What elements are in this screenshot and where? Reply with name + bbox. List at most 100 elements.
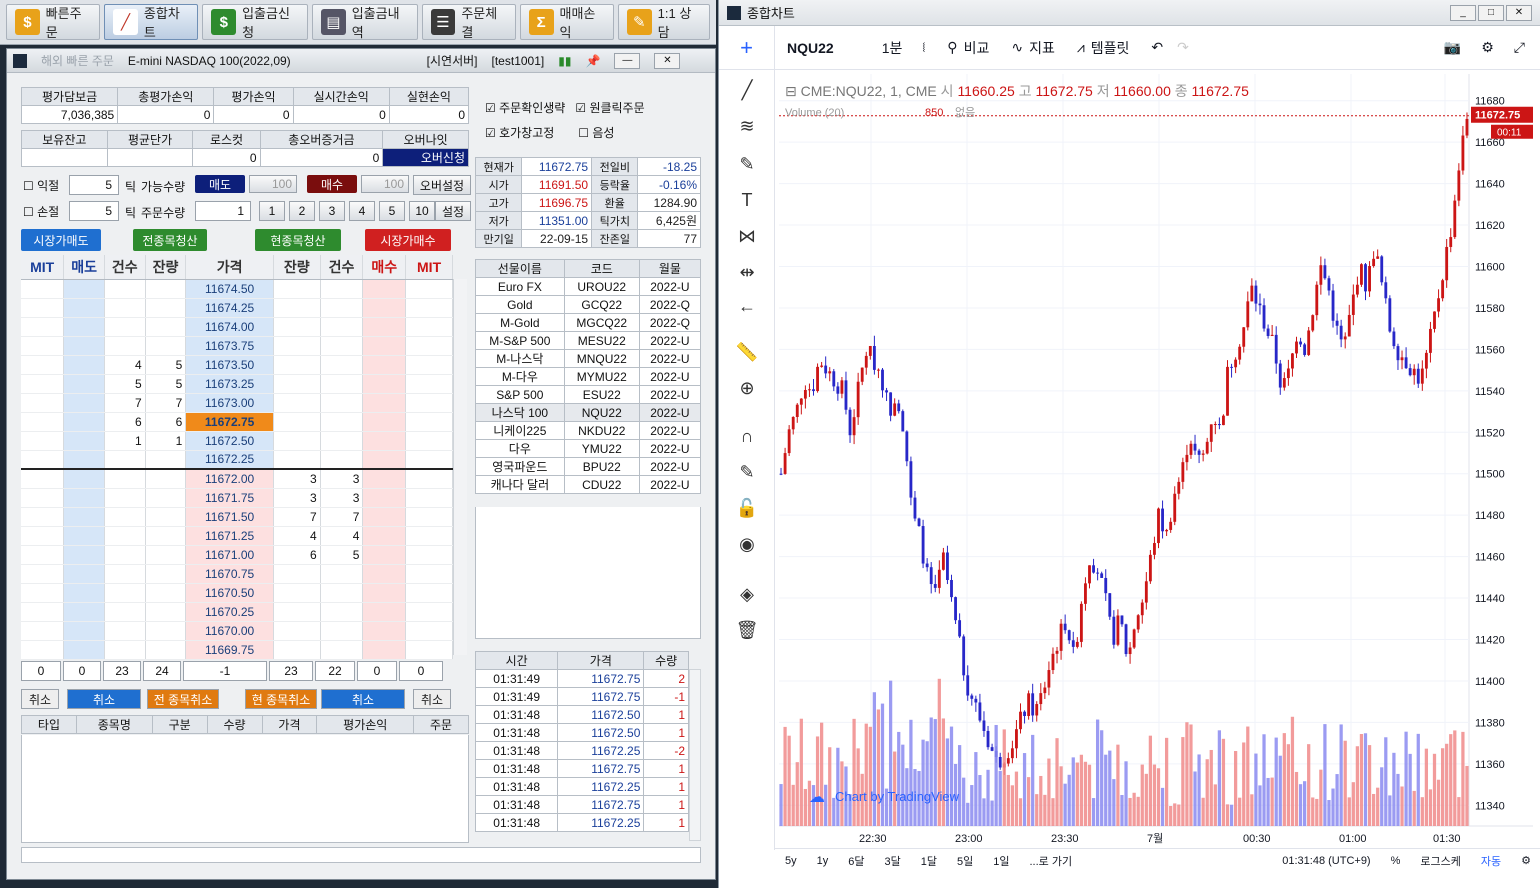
buy-mit-cell[interactable]: [405, 393, 453, 413]
price-cell[interactable]: 11669.75: [185, 640, 274, 660]
price-cell[interactable]: 11674.50: [185, 279, 274, 299]
quick-qty-button[interactable]: 5: [379, 201, 405, 221]
buy-mit-cell[interactable]: [405, 526, 453, 546]
toolbar-button-2[interactable]: $ 입출금신청: [202, 4, 308, 40]
symbols-header[interactable]: 월물: [638, 259, 702, 278]
symbol-row[interactable]: Euro FX UROU22 2022-U: [475, 277, 702, 296]
text-icon[interactable]: T: [733, 186, 761, 214]
compare-icon[interactable]: ⚲: [947, 39, 957, 56]
cancel-button-2[interactable]: 전 종목취소: [147, 689, 219, 709]
zoom-icon[interactable]: ⊕: [733, 374, 761, 402]
range-button[interactable]: 5y: [775, 855, 807, 867]
stoploss-checkbox[interactable]: ☐ 손절: [23, 203, 59, 220]
indicator-icon[interactable]: ∿: [1011, 39, 1023, 56]
sell-mit-cell[interactable]: [21, 317, 65, 337]
buy-mit-cell[interactable]: [405, 488, 453, 508]
buy-order-cell[interactable]: [362, 640, 407, 660]
buy-mit-cell[interactable]: [405, 374, 453, 394]
sell-order-cell[interactable]: [63, 564, 105, 584]
pin-icon[interactable]: 📌: [585, 54, 600, 68]
interval-selector[interactable]: 1분: [882, 38, 903, 58]
sell-order-cell[interactable]: [63, 298, 105, 318]
range-button[interactable]: 3달: [875, 853, 911, 869]
minimize-button[interactable]: _: [1450, 4, 1476, 21]
buy-mit-cell[interactable]: [405, 450, 453, 470]
symbol-row[interactable]: M-S&P 500 MESU22 2022-U: [475, 331, 702, 350]
buy-mit-cell[interactable]: [405, 545, 453, 565]
sell-mit-cell[interactable]: [21, 545, 65, 565]
lock-drawing-icon[interactable]: ✎: [733, 458, 761, 486]
fix-book-checkbox[interactable]: ☑ 호가창고정: [485, 124, 554, 141]
buy-order-cell[interactable]: [362, 469, 407, 489]
close-current-button[interactable]: 현종목청산: [255, 229, 341, 251]
toolbar-button-3[interactable]: ▤ 입출금내역: [311, 4, 418, 40]
takeprofit-ticks-input[interactable]: 5: [69, 175, 119, 195]
price-cell[interactable]: 11673.75: [185, 336, 274, 356]
sell-mit-cell[interactable]: [21, 602, 65, 622]
close-all-button[interactable]: 전종목청산: [133, 229, 207, 251]
buy-order-cell[interactable]: [362, 488, 407, 508]
range-button[interactable]: 5일: [947, 853, 983, 869]
sell-mit-cell[interactable]: [21, 488, 65, 508]
range-button[interactable]: 1y: [807, 855, 839, 867]
sell-order-cell[interactable]: [63, 507, 105, 527]
price-cell[interactable]: 11674.25: [185, 298, 274, 318]
buy-order-cell[interactable]: [362, 583, 407, 603]
symbol-row[interactable]: M-다우 MYMU22 2022-U: [475, 367, 702, 386]
price-cell[interactable]: 11671.50: [185, 507, 274, 527]
sell-order-cell[interactable]: [63, 583, 105, 603]
trades-scrollbar[interactable]: [689, 669, 701, 841]
range-button[interactable]: 1일: [983, 853, 1019, 869]
layers-icon[interactable]: ◈: [733, 580, 761, 608]
buy-mit-cell[interactable]: [405, 298, 453, 318]
symbol-row[interactable]: Gold GCQ22 2022-Q: [475, 295, 702, 314]
price-cell[interactable]: 11670.00: [185, 621, 274, 641]
takeprofit-checkbox[interactable]: ☐ 익절: [23, 177, 59, 194]
buy-mit-cell[interactable]: [405, 564, 453, 584]
sell-mit-cell[interactable]: [21, 621, 65, 641]
price-cell[interactable]: 11672.75: [185, 412, 274, 432]
symbol-row[interactable]: 니케이225 NKDU22 2022-U: [475, 421, 702, 440]
buy-order-cell[interactable]: [362, 336, 407, 356]
settings-icon[interactable]: ⚙: [1511, 854, 1540, 867]
overnight-settings-button[interactable]: 오버설정: [413, 175, 471, 195]
sell-order-cell[interactable]: [63, 450, 105, 470]
cancel-button-5[interactable]: 취소: [413, 689, 451, 709]
buy-order-cell[interactable]: [362, 279, 407, 299]
settings-icon[interactable]: ⚙: [1481, 39, 1494, 56]
price-cell[interactable]: 11673.25: [185, 374, 274, 394]
close-button[interactable]: ✕: [1506, 4, 1532, 21]
sell-mit-cell[interactable]: [21, 412, 65, 432]
buy-mit-cell[interactable]: [405, 469, 453, 489]
sell-mit-cell[interactable]: [21, 336, 65, 356]
sell-order-cell[interactable]: [63, 317, 105, 337]
percent-toggle[interactable]: %: [1381, 855, 1411, 867]
symbol-row[interactable]: 나스닥 100 NQU22 2022-U: [475, 403, 702, 422]
sell-order-cell[interactable]: [63, 545, 105, 565]
sell-mit-cell[interactable]: [21, 431, 65, 451]
redo-icon[interactable]: ↷: [1177, 39, 1189, 56]
buy-mit-cell[interactable]: [405, 412, 453, 432]
sell-mit-cell[interactable]: [21, 583, 65, 603]
range-button[interactable]: 1달: [911, 853, 947, 869]
symbol-row[interactable]: M-Gold MGCQ22 2022-Q: [475, 313, 702, 332]
eye-icon[interactable]: ◉: [733, 530, 761, 558]
quick-qty-button[interactable]: 2: [289, 201, 315, 221]
cancel-button-3[interactable]: 현 종목취소: [245, 689, 317, 709]
buy-mit-cell[interactable]: [405, 621, 453, 641]
toolbar-button-6[interactable]: ✎ 1:1 상담: [617, 4, 711, 40]
symbol-row[interactable]: 영국파운드 BPU22 2022-U: [475, 457, 702, 476]
buy-mit-cell[interactable]: [405, 317, 453, 337]
market-buy-button[interactable]: 시장가매수: [365, 229, 451, 251]
buy-mit-cell[interactable]: [405, 336, 453, 356]
market-sell-button[interactable]: 시장가매도: [21, 229, 101, 251]
cancel-button-1[interactable]: 취소: [67, 689, 141, 709]
stoploss-settings-button[interactable]: 설정: [435, 201, 471, 221]
buy-order-cell[interactable]: [362, 298, 407, 318]
compare-button[interactable]: 비교: [964, 38, 990, 58]
symbols-table[interactable]: 선물이름 코드 월물 Euro FX UROU22 2022-U Gold GCQ22 2022…: [475, 259, 702, 494]
sell-order-cell[interactable]: [63, 526, 105, 546]
camera-icon[interactable]: 📷: [1444, 39, 1461, 56]
buy-order-cell[interactable]: [362, 602, 407, 622]
price-cell[interactable]: 11670.75: [185, 564, 274, 584]
